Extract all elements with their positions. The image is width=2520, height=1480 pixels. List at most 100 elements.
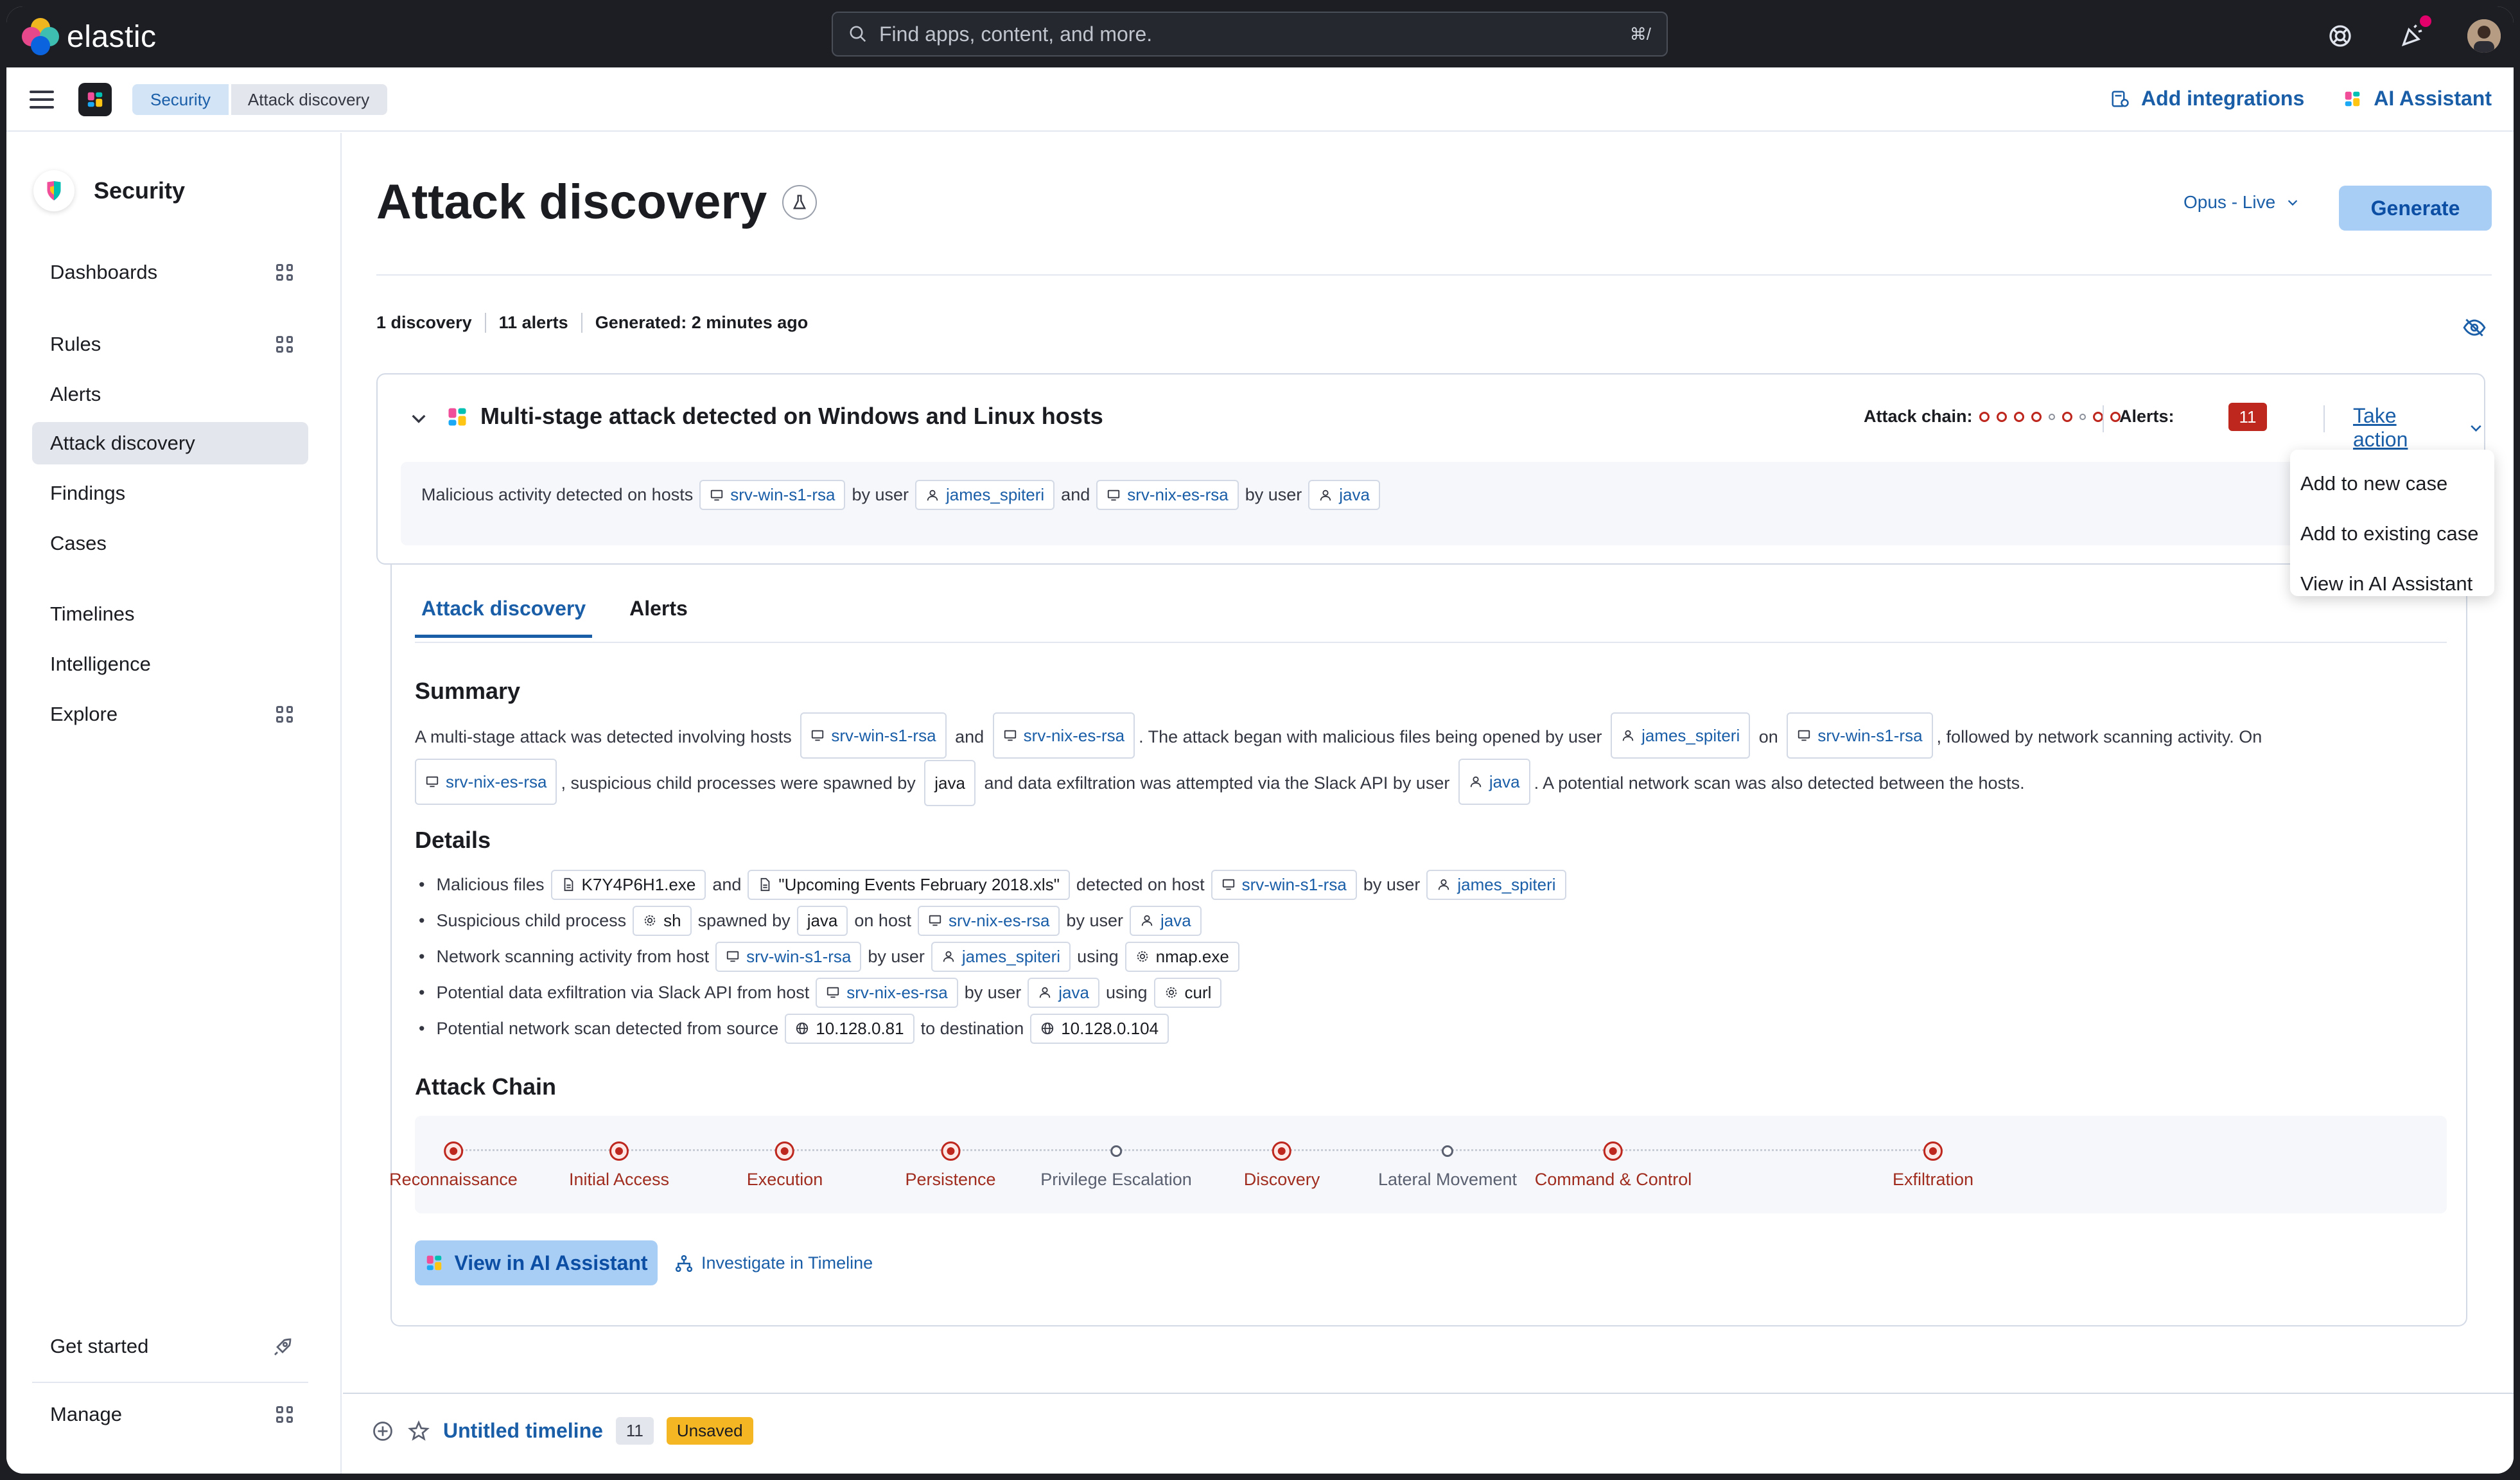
tab-alerts[interactable]: Alerts xyxy=(623,597,694,638)
generate-button[interactable]: Generate xyxy=(2339,186,2492,231)
tactic-command-control[interactable]: Command & Control xyxy=(1535,1141,1692,1190)
tactic-initial-access[interactable]: Initial Access xyxy=(569,1141,669,1190)
beta-flask-icon[interactable] xyxy=(782,184,818,220)
model-selector[interactable]: Opus - Live xyxy=(2183,192,2300,213)
host-pill[interactable]: srv-nix-es-rsa xyxy=(992,712,1135,759)
sidebar-item-explore[interactable]: Explore xyxy=(32,693,308,736)
host-pill[interactable]: srv-nix-es-rsa xyxy=(816,977,958,1008)
user-pill[interactable]: james_spiteri xyxy=(931,941,1071,972)
ai-assistant-button[interactable]: AI Assistant xyxy=(2343,87,2492,110)
global-search-input[interactable]: Find apps, content, and more. ⌘/ xyxy=(832,12,1668,57)
summary-text: and xyxy=(1061,485,1090,504)
file-pill[interactable]: "Upcoming Events February 2018.xls" xyxy=(748,869,1070,900)
sidebar-item-get-started[interactable]: Get started xyxy=(32,1325,308,1368)
main-content: Attack discovery Opus - Live Generate 1 … xyxy=(343,133,2514,1398)
host-pill[interactable]: srv-win-s1-rsa xyxy=(1211,869,1357,900)
tab-attack-discovery[interactable]: Attack discovery xyxy=(415,597,593,638)
ip-pill[interactable]: 10.128.0.104 xyxy=(1030,1013,1169,1044)
eye-closed-icon[interactable] xyxy=(2462,315,2487,340)
host-pill[interactable]: srv-win-s1-rsa xyxy=(800,712,947,759)
sidebar-item-dashboards[interactable]: Dashboards xyxy=(32,251,308,294)
menu-toggle-icon[interactable] xyxy=(30,91,54,109)
menu-item-view-in-ai-assistant[interactable]: View in AI Assistant xyxy=(2290,559,2494,609)
sidebar-item-intelligence[interactable]: Intelligence xyxy=(32,643,308,685)
sidebar-item-timelines[interactable]: Timelines xyxy=(32,593,308,635)
pill-label: james_spiteri xyxy=(961,946,1061,966)
security-app-icon[interactable] xyxy=(78,83,112,116)
ip-pill[interactable]: 10.128.0.81 xyxy=(785,1013,914,1044)
host-pill[interactable]: srv-win-s1-rsa xyxy=(715,941,862,972)
menu-item-add-to-new-case[interactable]: Add to new case xyxy=(2290,459,2494,509)
sidebar-item-attack-discovery[interactable]: Attack discovery xyxy=(32,422,308,464)
sidebar-item-rules[interactable]: Rules xyxy=(32,323,308,366)
host-icon xyxy=(827,987,839,998)
sidebar-item-alerts[interactable]: Alerts xyxy=(32,373,308,416)
view-in-ai-assistant-button[interactable]: View in AI Assistant xyxy=(415,1240,658,1285)
breadcrumb-security[interactable]: Security xyxy=(132,84,229,115)
sidebar-item-cases[interactable]: Cases xyxy=(32,522,308,565)
pill-label: curl xyxy=(1184,982,1212,1002)
elastic-logo-icon xyxy=(22,18,59,55)
star-icon[interactable] xyxy=(407,1420,430,1443)
sidebar-item-label: Findings xyxy=(50,482,126,504)
ai-assistant-icon xyxy=(448,408,466,426)
tactic-privilege-escalation[interactable]: Privilege Escalation xyxy=(1040,1141,1192,1190)
user-pill[interactable]: java xyxy=(1129,905,1202,936)
timeline-title[interactable]: Untitled timeline xyxy=(443,1419,603,1443)
tactic-discovery[interactable]: Discovery xyxy=(1244,1141,1320,1190)
alerts-count-badge: 11 xyxy=(2228,403,2267,431)
add-integrations-link[interactable]: Add integrations xyxy=(2110,87,2304,110)
news-feed-icon[interactable] xyxy=(2395,15,2431,53)
host-icon xyxy=(711,489,723,500)
add-timeline-icon[interactable] xyxy=(371,1420,394,1443)
ai-assistant-icon xyxy=(427,1255,442,1271)
tactic-dot xyxy=(1997,412,2007,422)
host-pill[interactable]: srv-nix-es-rsa xyxy=(1096,480,1239,510)
user-pill[interactable]: java xyxy=(1458,759,1530,805)
sidebar-item-label: Timelines xyxy=(50,603,135,625)
gear-icon xyxy=(1166,987,1177,998)
process-pill[interactable]: java xyxy=(924,760,976,806)
tactic-execution[interactable]: Execution xyxy=(747,1141,823,1190)
tactic-persistence[interactable]: Persistence xyxy=(905,1141,996,1190)
help-icon[interactable] xyxy=(2323,19,2357,53)
investigate-in-timeline-link[interactable]: Investigate in Timeline xyxy=(674,1253,873,1273)
user-icon xyxy=(1439,879,1449,890)
host-pill[interactable]: srv-nix-es-rsa xyxy=(917,905,1060,936)
tactic-lateral-movement[interactable]: Lateral Movement xyxy=(1378,1141,1517,1190)
app-grid-icon[interactable] xyxy=(276,1406,293,1423)
app-grid-icon[interactable] xyxy=(276,336,293,353)
host-pill[interactable]: srv-win-s1-rsa xyxy=(1787,712,1933,759)
header-divider xyxy=(376,274,2492,276)
process-pill[interactable]: java xyxy=(796,905,848,936)
app-grid-icon[interactable] xyxy=(276,706,293,723)
host-pill[interactable]: srv-win-s1-rsa xyxy=(699,480,846,510)
app-grid-icon[interactable] xyxy=(276,264,293,281)
attack-chain-mini[interactable] xyxy=(1979,412,2121,422)
discovery-title[interactable]: Multi-stage attack detected on Windows a… xyxy=(480,403,1103,430)
user-pill[interactable]: james_spiteri xyxy=(1611,712,1751,759)
host-pill[interactable]: srv-nix-es-rsa xyxy=(415,759,557,805)
summary-text: A multi-stage attack was detected involv… xyxy=(415,727,792,746)
user-pill[interactable]: james_spiteri xyxy=(915,480,1055,510)
security-logo-icon xyxy=(33,170,74,211)
process-pill[interactable]: curl xyxy=(1153,977,1222,1008)
user-pill[interactable]: java xyxy=(1028,977,1099,1008)
stat-generated: Generated: 2 minutes ago xyxy=(581,313,821,333)
tactic-exfiltration[interactable]: Exfiltration xyxy=(1893,1141,1973,1190)
process-pill[interactable]: nmap.exe xyxy=(1124,941,1239,972)
tactic-reconnaissance[interactable]: Reconnaissance xyxy=(389,1141,518,1190)
chevron-down-icon[interactable] xyxy=(408,408,429,428)
user-pill[interactable]: java xyxy=(1308,480,1380,510)
sidebar-item-findings[interactable]: Findings xyxy=(32,472,308,515)
take-action-button[interactable]: Take action xyxy=(2353,404,2484,452)
take-action-label: Take action xyxy=(2353,404,2408,451)
menu-item-add-to-existing-case[interactable]: Add to existing case xyxy=(2290,509,2494,559)
user-avatar[interactable] xyxy=(2467,19,2501,53)
host-icon xyxy=(426,776,439,788)
sidebar-item-manage[interactable]: Manage xyxy=(32,1393,308,1436)
file-pill[interactable]: K7Y4P6H1.exe xyxy=(550,869,706,900)
user-pill[interactable]: james_spiteri xyxy=(1426,869,1566,900)
process-pill[interactable]: sh xyxy=(633,905,692,936)
elastic-logo[interactable]: elastic xyxy=(22,18,157,55)
